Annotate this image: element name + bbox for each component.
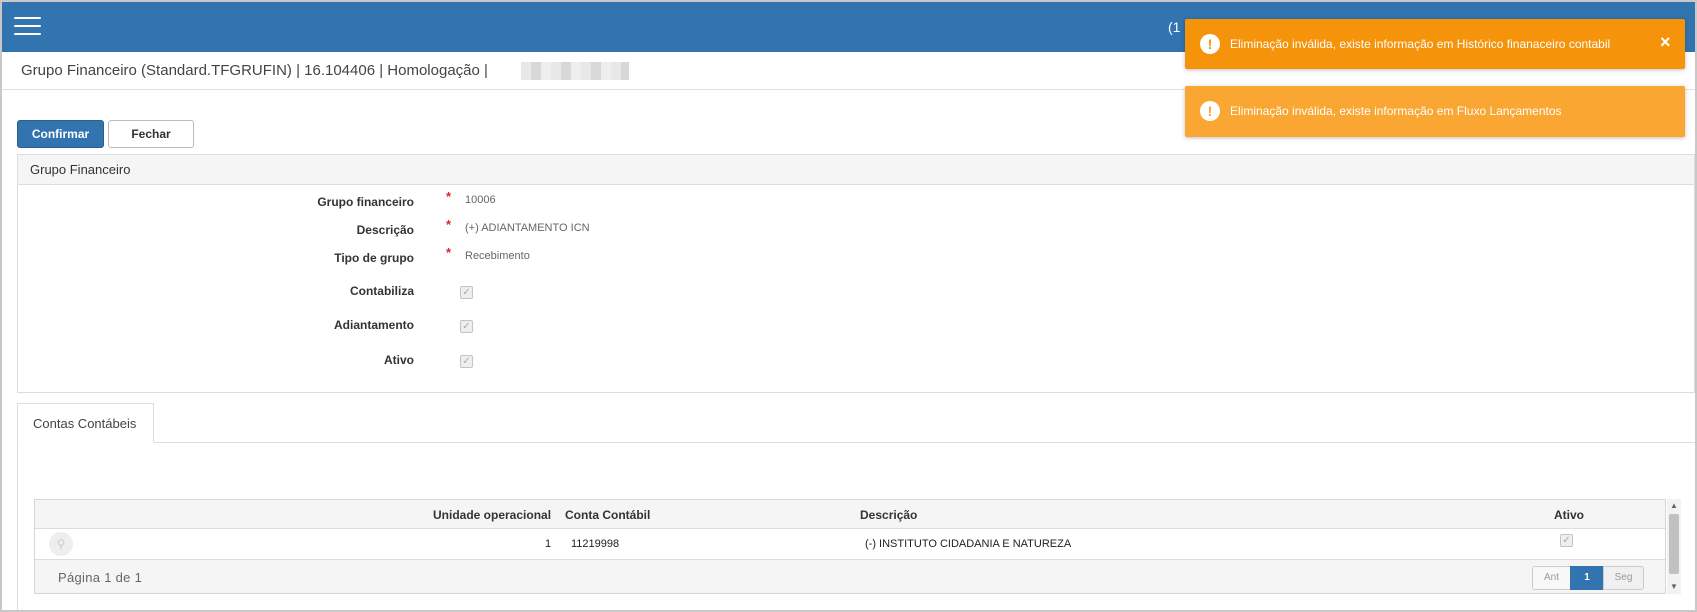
tabs-divider bbox=[17, 442, 1695, 443]
exclamation-icon: ! bbox=[1200, 34, 1220, 54]
cell-descricao: (-) INSTITUTO CIDADANIA E NATUREZA bbox=[865, 538, 1072, 550]
scroll-thumb[interactable] bbox=[1669, 514, 1679, 574]
page-title: Grupo Financeiro (Standard.TFGRUFIN) | 1… bbox=[21, 62, 488, 79]
grid-header: Unidade operacional Conta Contábil Descr… bbox=[35, 500, 1665, 529]
grid-scrollbar[interactable]: ▲ ▼ bbox=[1667, 499, 1681, 594]
page-1-button[interactable]: 1 bbox=[1570, 566, 1604, 590]
tab-body-border bbox=[17, 442, 18, 610]
column-descricao[interactable]: Descrição bbox=[860, 508, 917, 522]
table-row[interactable]: ⚲ 1 11219998 (-) INSTITUTO CIDADANIA E N… bbox=[35, 529, 1665, 559]
navbar-right-text: (1 bbox=[1168, 19, 1181, 35]
ativo-checkbox[interactable]: ✓ bbox=[460, 355, 473, 368]
column-conta-contabil[interactable]: Conta Contábil bbox=[565, 508, 650, 522]
close-button[interactable]: Fechar bbox=[108, 120, 194, 148]
contabiliza-label: Contabiliza bbox=[349, 284, 414, 298]
column-unidade-operacional[interactable]: Unidade operacional bbox=[433, 508, 551, 522]
blurred-environment-name bbox=[521, 62, 629, 80]
next-page-button[interactable]: Seg bbox=[1603, 566, 1644, 590]
close-icon[interactable]: × bbox=[1660, 32, 1671, 53]
grupo-financeiro-label: Grupo financeiro bbox=[317, 195, 414, 209]
contabiliza-checkbox[interactable]: ✓ bbox=[460, 286, 473, 299]
tab-contas-contabeis[interactable]: Contas Contábeis bbox=[17, 403, 154, 443]
required-mark: * bbox=[446, 217, 452, 232]
grid-footer: Página 1 de 1 Ant 1 Seg bbox=[35, 559, 1665, 593]
app-window: (1 Grupo Financeiro (Standard.TFGRUFIN) … bbox=[0, 0, 1697, 612]
adiantamento-label: Adiantamento bbox=[333, 318, 414, 332]
notification-toast: ! Eliminação inválida, existe informação… bbox=[1185, 19, 1685, 69]
tipo-grupo-label: Tipo de grupo bbox=[334, 251, 414, 265]
scroll-down-icon[interactable]: ▼ bbox=[1670, 582, 1678, 591]
hamburger-menu-icon[interactable] bbox=[14, 17, 41, 37]
descricao-value: (+) ADIANTAMENTO ICN bbox=[465, 222, 590, 234]
prev-page-button[interactable]: Ant bbox=[1532, 566, 1571, 590]
notification-toast: ! Eliminação inválida, existe informação… bbox=[1185, 86, 1685, 137]
column-ativo[interactable]: Ativo bbox=[1554, 508, 1584, 522]
cell-unidade: 1 bbox=[545, 538, 552, 550]
tipo-grupo-value: Recebimento bbox=[465, 250, 530, 262]
page-info: Página 1 de 1 bbox=[58, 570, 143, 585]
exclamation-icon: ! bbox=[1200, 101, 1220, 121]
descricao-label: Descrição bbox=[356, 223, 414, 237]
confirm-button[interactable]: Confirmar bbox=[17, 120, 104, 148]
scroll-up-icon[interactable]: ▲ bbox=[1670, 501, 1678, 510]
row-search-icon[interactable]: ⚲ bbox=[49, 532, 73, 556]
required-mark: * bbox=[446, 245, 452, 260]
notification-text: Eliminação inválida, existe informação e… bbox=[1230, 37, 1611, 51]
grupo-financeiro-value: 10006 bbox=[465, 194, 496, 206]
panel-title: Grupo Financeiro bbox=[18, 155, 1694, 185]
adiantamento-checkbox[interactable]: ✓ bbox=[460, 320, 473, 333]
cell-ativo-checkbox[interactable]: ✓ bbox=[1560, 534, 1573, 547]
grupo-financeiro-panel: Grupo Financeiro Grupo financeiro * 1000… bbox=[17, 154, 1695, 393]
contas-grid: Unidade operacional Conta Contábil Descr… bbox=[34, 499, 1666, 594]
required-mark: * bbox=[446, 189, 452, 204]
notification-text: Eliminação inválida, existe informação e… bbox=[1230, 104, 1562, 118]
ativo-label: Ativo bbox=[384, 353, 414, 367]
cell-conta: 11219998 bbox=[571, 538, 620, 550]
